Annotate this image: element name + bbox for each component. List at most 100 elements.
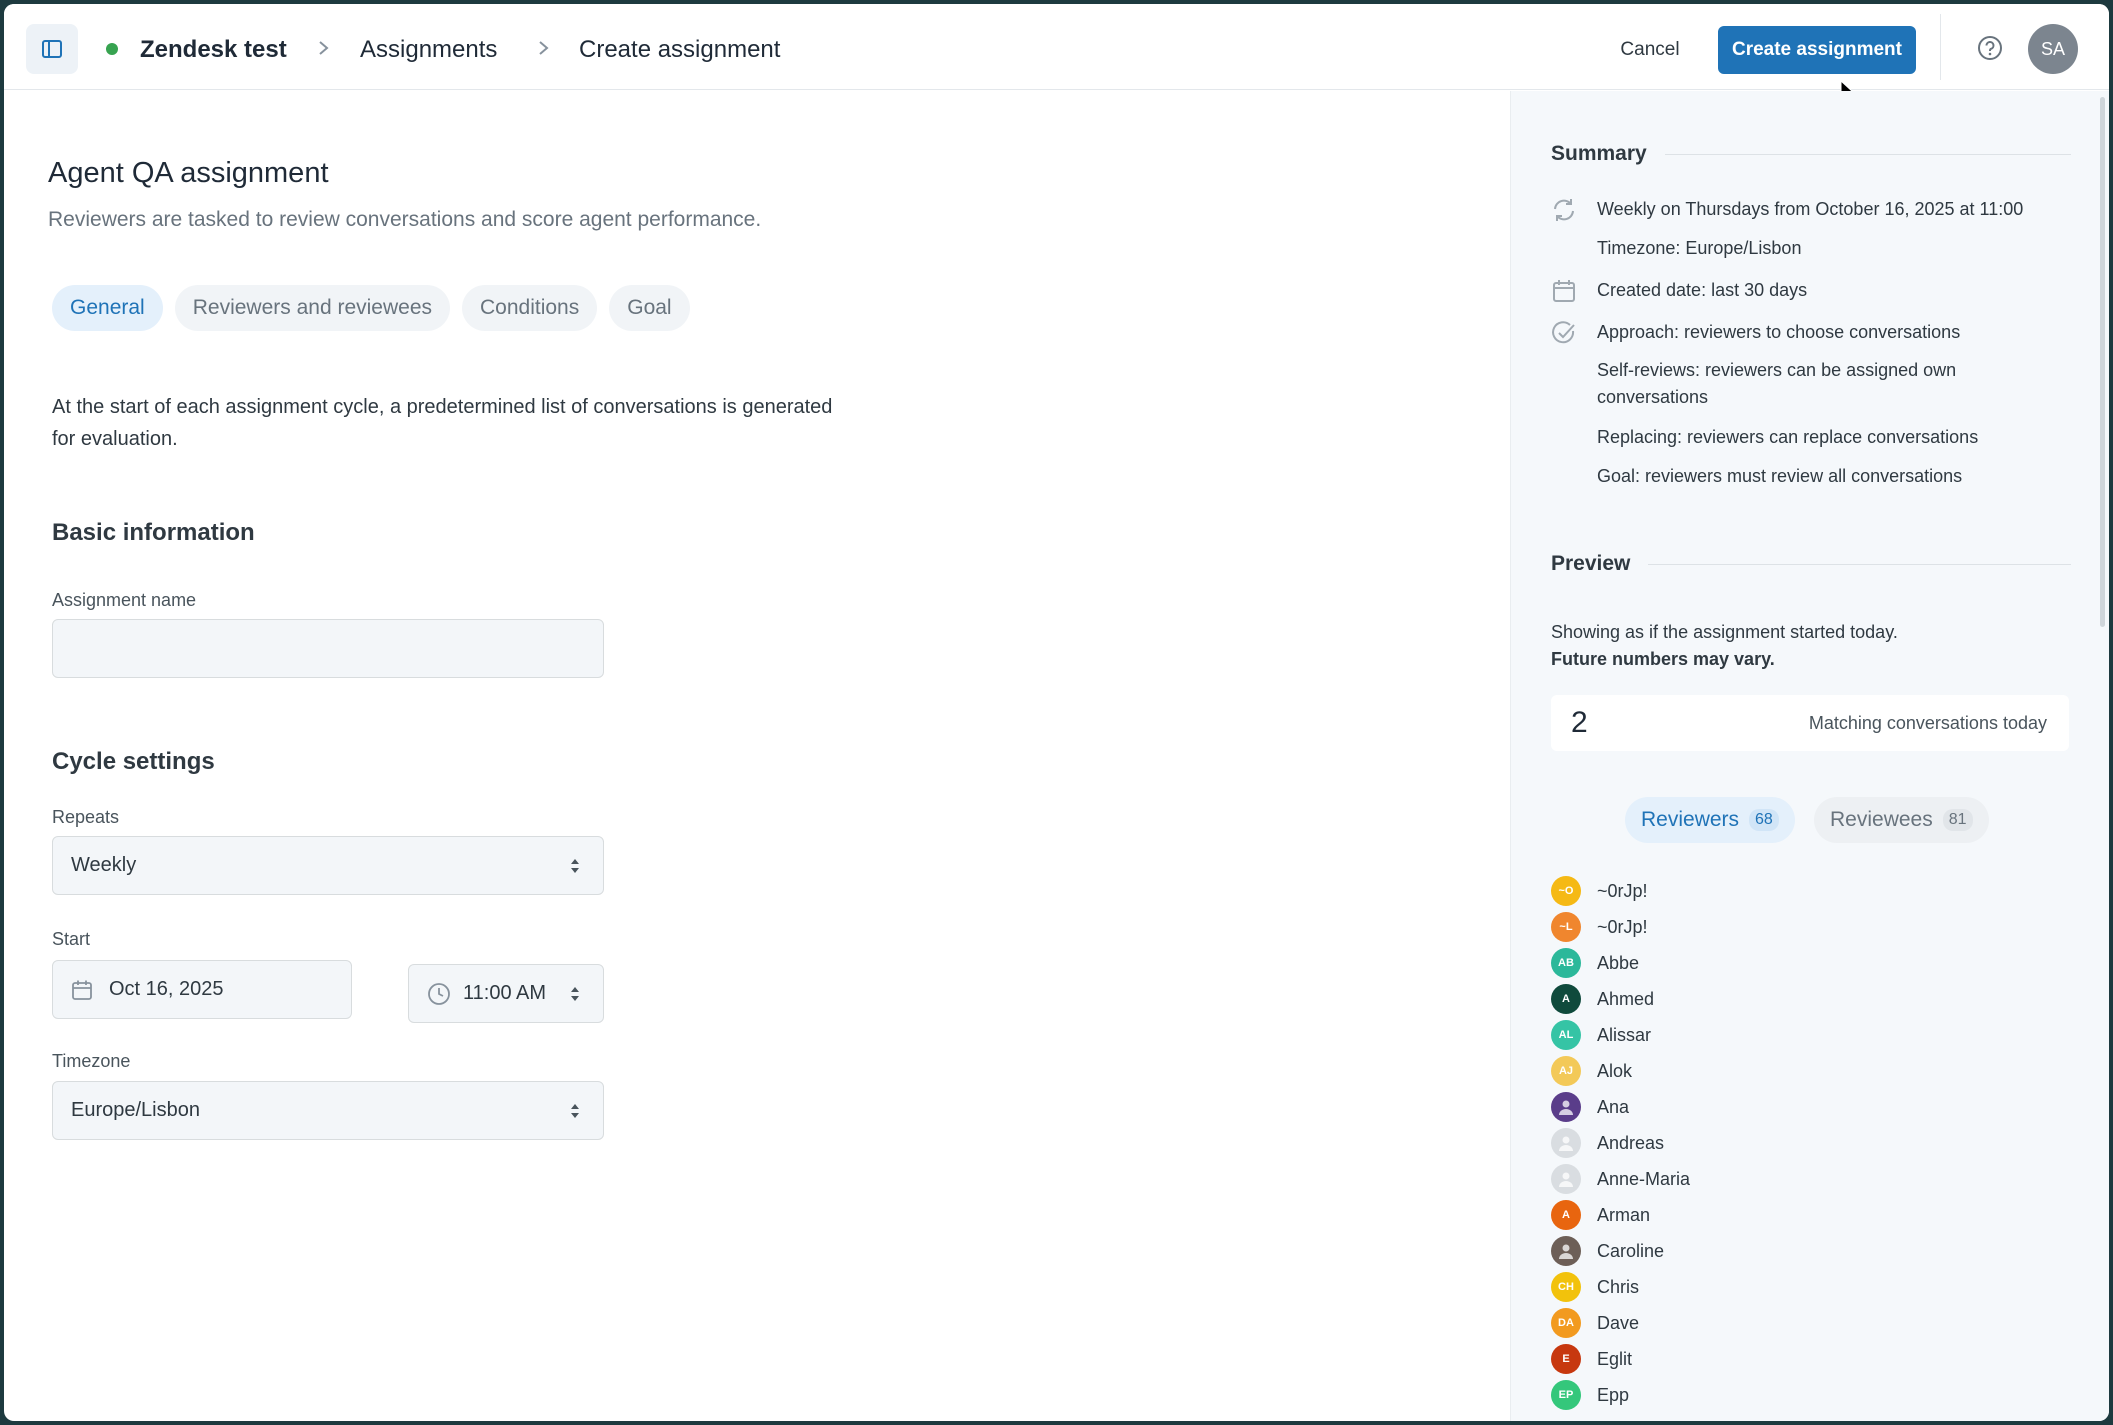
reviewees-toggle[interactable]: Reviewees 81 — [1814, 797, 1989, 843]
person-name: ~0rJp! — [1597, 916, 1648, 937]
person-name: Epp — [1597, 1384, 1630, 1405]
list-item: ~O ~0rJp! — [1551, 873, 1690, 909]
timezone-label: Timezone — [52, 1051, 131, 1071]
avatar: A — [1551, 984, 1581, 1014]
repeat-icon — [1554, 199, 1574, 221]
matching-conversations-card: 2 Matching conversations today — [1551, 695, 2069, 751]
person-name: Chris — [1597, 1276, 1640, 1297]
start-time-select[interactable]: 11:00 AM — [408, 964, 604, 1023]
breadcrumb-current: Create assignment — [579, 36, 781, 63]
panel-scrollbar[interactable] — [2100, 97, 2105, 627]
select-arrows-icon — [571, 858, 579, 873]
avatar: ~O — [1551, 876, 1581, 906]
summary-schedule: Weekly on Thursdays from October 16, 202… — [1597, 199, 2024, 219]
timezone-select[interactable]: Europe/Lisbon — [52, 1081, 604, 1140]
summary-replacing: Replacing: reviewers can replace convers… — [1597, 427, 1979, 447]
tab-reviewers-and-reviewees[interactable]: Reviewers and reviewees — [174, 285, 450, 331]
avatar: EP — [1551, 1380, 1581, 1410]
cancel-button[interactable]: Cancel — [1600, 28, 1700, 72]
person-name: ~0rJp! — [1597, 880, 1648, 901]
assignment-form: Agent QA assignment Reviewers are tasked… — [4, 91, 1510, 1421]
summary-created-date: Created date: last 30 days — [1597, 280, 1808, 300]
basic-information-heading: Basic information — [52, 519, 255, 546]
assignment-name-label: Assignment name — [52, 590, 197, 610]
list-item: E Eglit — [1551, 1341, 1690, 1377]
list-item: AL Alissar — [1551, 1017, 1690, 1053]
help-icon[interactable] — [1976, 34, 2004, 62]
check-circle-icon — [1552, 321, 1575, 344]
list-item: AJ Alok — [1551, 1053, 1690, 1089]
avatar: AJ — [1551, 1056, 1581, 1086]
list-item: A Arman — [1551, 1197, 1690, 1233]
page-title: Agent QA assignment — [48, 157, 329, 189]
person-name: Arman — [1597, 1204, 1651, 1225]
avatar — [1551, 1164, 1581, 1194]
list-item: Andreas — [1551, 1125, 1690, 1161]
breadcrumb-workspace[interactable]: Zendesk test — [140, 35, 287, 65]
assignment-name-input[interactable] — [52, 619, 604, 678]
list-item: CH Chris — [1551, 1269, 1690, 1305]
general-intro-text: At the start of each assignment cycle, a… — [52, 396, 833, 450]
select-arrows-icon — [571, 1103, 579, 1118]
tab-conditions[interactable]: Conditions — [462, 285, 598, 331]
sidebar-toggle-button[interactable] — [26, 24, 78, 74]
person-name: Andreas — [1597, 1132, 1665, 1153]
repeats-select[interactable]: Weekly — [52, 836, 604, 895]
avatar — [1551, 1128, 1581, 1158]
list-item: EP Epp — [1551, 1377, 1690, 1413]
avatar — [1551, 1092, 1581, 1122]
chevron-right-icon — [539, 41, 549, 55]
reviewees-count-badge: 81 — [1942, 809, 1973, 831]
reviewers-list: ~O ~0rJp! ~L ~0rJp! AB Abbe A Ahmed AL Alissar AJ A… — [1551, 873, 1690, 1413]
matching-label: Matching conversations today — [1808, 712, 2047, 733]
avatar — [1551, 1236, 1581, 1266]
create-assignment-button[interactable]: Create assignment — [1718, 26, 1916, 74]
breadcrumb-assignments[interactable]: Assignments — [360, 35, 497, 65]
list-item: Anne-Maria — [1551, 1161, 1690, 1197]
person-name: Dave — [1597, 1312, 1640, 1333]
person-name: Alissar — [1597, 1024, 1652, 1045]
preview-heading: Preview — [1551, 552, 2071, 576]
header-divider — [1940, 14, 1941, 80]
summary-goal: Goal: reviewers must review all conversa… — [1597, 466, 1963, 486]
tab-general[interactable]: General — [52, 285, 163, 331]
calendar-icon — [1553, 280, 1575, 302]
reviewers-toggle[interactable]: Reviewers 68 — [1625, 797, 1795, 843]
list-item: A Ahmed — [1551, 981, 1690, 1017]
user-avatar[interactable]: SA — [2028, 24, 2078, 74]
summary-self-reviews: Self-reviews: reviewers can be assigned … — [1597, 360, 1957, 407]
summary-timezone: Timezone: Europe/Lisbon — [1597, 238, 1802, 258]
top-bar: Zendesk test Assignments Create assignme… — [4, 4, 2109, 90]
repeats-label: Repeats — [52, 807, 120, 827]
person-name: Eglit — [1597, 1348, 1633, 1369]
start-date-input[interactable]: Oct 16, 2025 — [52, 960, 352, 1019]
select-arrows-icon — [571, 986, 579, 1001]
list-item: AB Abbe — [1551, 945, 1690, 981]
person-name: Anne-Maria — [1597, 1168, 1691, 1189]
tab-goal[interactable]: Goal — [609, 285, 690, 331]
person-name: Caroline — [1597, 1240, 1665, 1261]
list-item: DA Dave — [1551, 1305, 1690, 1341]
summary-heading: Summary — [1551, 142, 2071, 166]
summary-panel: Summary Weekly on Thursdays from October… — [1510, 91, 2109, 1421]
matching-count: 2 — [1571, 706, 1588, 739]
calendar-icon — [72, 980, 92, 1000]
person-name: Ahmed — [1597, 988, 1655, 1009]
list-item: Caroline — [1551, 1233, 1690, 1269]
person-name: Alok — [1597, 1060, 1633, 1081]
sidebar-toggle-icon — [42, 40, 62, 58]
page-description: Reviewers are tasked to review conversat… — [48, 208, 762, 231]
preview-note: Showing as if the assignment started tod… — [1551, 622, 1898, 669]
cycle-settings-heading: Cycle settings — [52, 748, 215, 775]
clock-icon — [428, 982, 450, 1005]
avatar: AB — [1551, 948, 1581, 978]
reviewers-count-badge: 68 — [1749, 809, 1779, 831]
list-item: ~L ~0rJp! — [1551, 909, 1690, 945]
avatar: A — [1551, 1200, 1581, 1230]
person-name: Ana — [1597, 1096, 1630, 1117]
list-item: Ana — [1551, 1089, 1690, 1125]
avatar: DA — [1551, 1308, 1581, 1338]
avatar: CH — [1551, 1272, 1581, 1302]
avatar: AL — [1551, 1020, 1581, 1050]
summary-approach: Approach: reviewers to choose conversati… — [1597, 322, 1961, 342]
